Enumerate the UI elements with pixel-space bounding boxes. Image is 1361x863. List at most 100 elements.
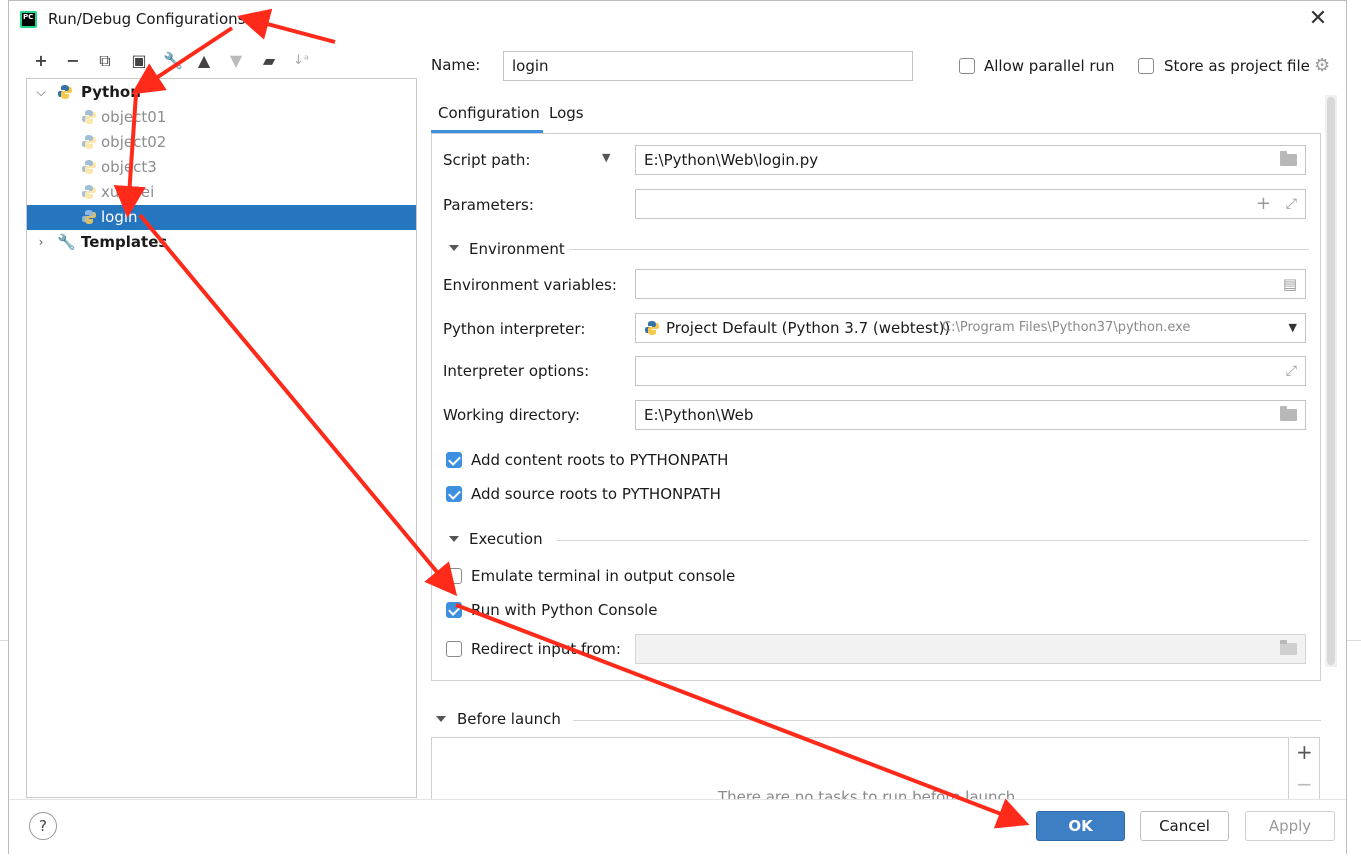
script-path-input[interactable]: E:\Python\Web\login.py (635, 145, 1306, 175)
interpreter-value: Project Default (Python 3.7 (webtest)) (666, 319, 951, 337)
expand-icon[interactable]: ⤢ (1286, 190, 1297, 218)
working-dir-input[interactable]: E:\Python\Web (635, 400, 1306, 430)
name-label: Name: (431, 56, 481, 74)
python-console-checkbox[interactable] (446, 602, 462, 618)
tab-logs-label: Logs (549, 104, 584, 122)
tree-item[interactable]: object3 (27, 155, 416, 180)
emulate-terminal-label: Emulate terminal in output console (471, 567, 736, 585)
environment-collapse-icon[interactable] (449, 245, 459, 251)
remove-task-icon[interactable]: − (1296, 772, 1313, 796)
add-icon[interactable]: + (31, 51, 51, 71)
allow-parallel-checkbox[interactable] (959, 58, 975, 74)
content-roots-label: Add content roots to PYTHONPATH (471, 451, 729, 469)
title-bar: PC Run/Debug Configurations ✕ (9, 1, 1346, 39)
close-icon[interactable]: ✕ (1306, 7, 1330, 31)
execution-section-title: Execution (469, 530, 543, 548)
configuration-tree: ⌵ Python object01 object02 object3 xuewe… (26, 78, 417, 798)
python-icon (58, 85, 72, 99)
tree-item-label: xuewei (101, 183, 155, 201)
tree-node-templates[interactable]: › 🔧 Templates (27, 230, 416, 255)
apply-button[interactable]: Apply (1245, 811, 1335, 841)
interp-options-label: Interpreter options: (443, 362, 590, 380)
before-launch-collapse-icon[interactable] (436, 716, 446, 722)
working-dir-label: Working directory: (443, 406, 581, 424)
tree-node-python[interactable]: ⌵ Python (27, 80, 416, 105)
python-icon (645, 321, 659, 335)
before-launch-toolbar: + − (1290, 737, 1320, 799)
store-project-label: Store as project file (1164, 57, 1310, 75)
working-dir-value: E:\Python\Web (644, 406, 754, 424)
script-path-label: Script path: (443, 151, 531, 169)
divider (573, 720, 1321, 721)
divider (569, 249, 1309, 250)
redirect-input-checkbox[interactable] (446, 641, 462, 657)
tree-item[interactable]: object01 (27, 105, 416, 130)
script-path-dropdown-icon[interactable]: ▼ (602, 151, 610, 164)
remove-icon[interactable]: − (63, 51, 83, 71)
interpreter-label: Python interpreter: (443, 320, 586, 338)
redirect-input-label: Redirect input from: (471, 640, 621, 658)
plus-icon[interactable]: + (1256, 190, 1271, 218)
tree-item[interactable]: xuewei (27, 180, 416, 205)
tree-item-label: login (101, 208, 138, 226)
ok-button[interactable]: OK (1036, 811, 1125, 841)
tree-item-label: object02 (101, 133, 167, 151)
tab-configuration-label: Configuration (438, 104, 540, 122)
interpreter-select[interactable]: Project Default (Python 3.7 (webtest)) C… (635, 313, 1306, 343)
help-button[interactable]: ? (29, 812, 57, 840)
parameters-label: Parameters: (443, 196, 534, 214)
cancel-button[interactable]: Cancel (1140, 811, 1229, 841)
tree-python-label: Python (81, 83, 141, 101)
source-roots-label: Add source roots to PYTHONPATH (471, 485, 721, 503)
allow-parallel-label: Allow parallel run (984, 57, 1115, 75)
wrench-icon[interactable]: 🔧 (163, 51, 183, 71)
python-file-icon (82, 110, 96, 124)
content-roots-checkbox[interactable] (446, 452, 462, 468)
tree-item[interactable]: object02 (27, 130, 416, 155)
scrollbar-thumb[interactable] (1327, 97, 1335, 665)
python-console-label: Run with Python Console (471, 601, 658, 619)
move-up-icon[interactable]: ▲ (194, 51, 214, 71)
interpreter-path: C:\Program Files\Python37\python.exe (942, 320, 1191, 335)
tab-configuration[interactable]: Configuration (431, 99, 543, 133)
new-folder-icon[interactable]: ▰ (259, 51, 279, 71)
expand-icon[interactable]: ⤢ (1286, 357, 1297, 385)
emulate-terminal-checkbox[interactable] (446, 568, 462, 584)
tree-item-selected[interactable]: login (27, 205, 416, 230)
interp-options-input[interactable]: ⤢ (635, 356, 1306, 386)
env-vars-label: Environment variables: (443, 276, 617, 294)
divider (557, 540, 1309, 541)
tree-item-label: object01 (101, 108, 167, 126)
store-project-checkbox[interactable] (1138, 58, 1154, 74)
python-file-icon (82, 160, 96, 174)
python-file-icon (82, 135, 96, 149)
folder-icon[interactable] (1280, 151, 1297, 166)
python-file-icon (82, 185, 96, 199)
background-window-right (1345, 640, 1361, 863)
chevron-down-icon[interactable]: ⌵ (35, 80, 47, 105)
source-roots-checkbox[interactable] (446, 486, 462, 502)
folder-icon[interactable] (1280, 406, 1297, 421)
chevron-down-icon[interactable]: ▼ (1289, 314, 1297, 342)
scrollbar-track[interactable] (1325, 95, 1337, 667)
document-icon[interactable]: ▤ (1283, 270, 1297, 298)
before-launch-empty-text: There are no tasks to run before launch (718, 788, 1016, 799)
sort-icon[interactable]: ↓ᵃ (291, 51, 311, 71)
pycharm-logo-icon: PC (20, 11, 37, 28)
environment-section-title: Environment (469, 240, 565, 258)
save-icon[interactable]: ▣ (129, 51, 149, 71)
move-down-icon[interactable]: ▼ (226, 51, 246, 71)
parameters-input[interactable]: + ⤢ (635, 189, 1306, 219)
tree-item-label: object3 (101, 158, 157, 176)
before-launch-title: Before launch (457, 710, 561, 728)
copy-icon[interactable]: ⧉ (95, 51, 115, 71)
chevron-right-icon[interactable]: › (35, 230, 47, 255)
name-input[interactable]: login (503, 51, 913, 81)
python-file-icon (82, 210, 96, 224)
gear-icon[interactable]: ⚙ (1314, 55, 1330, 76)
execution-collapse-icon[interactable] (449, 536, 459, 542)
add-task-icon[interactable]: + (1296, 740, 1313, 764)
redirect-input-field[interactable] (635, 634, 1306, 664)
folder-icon[interactable] (1280, 640, 1297, 655)
env-vars-input[interactable]: ▤ (635, 269, 1306, 299)
